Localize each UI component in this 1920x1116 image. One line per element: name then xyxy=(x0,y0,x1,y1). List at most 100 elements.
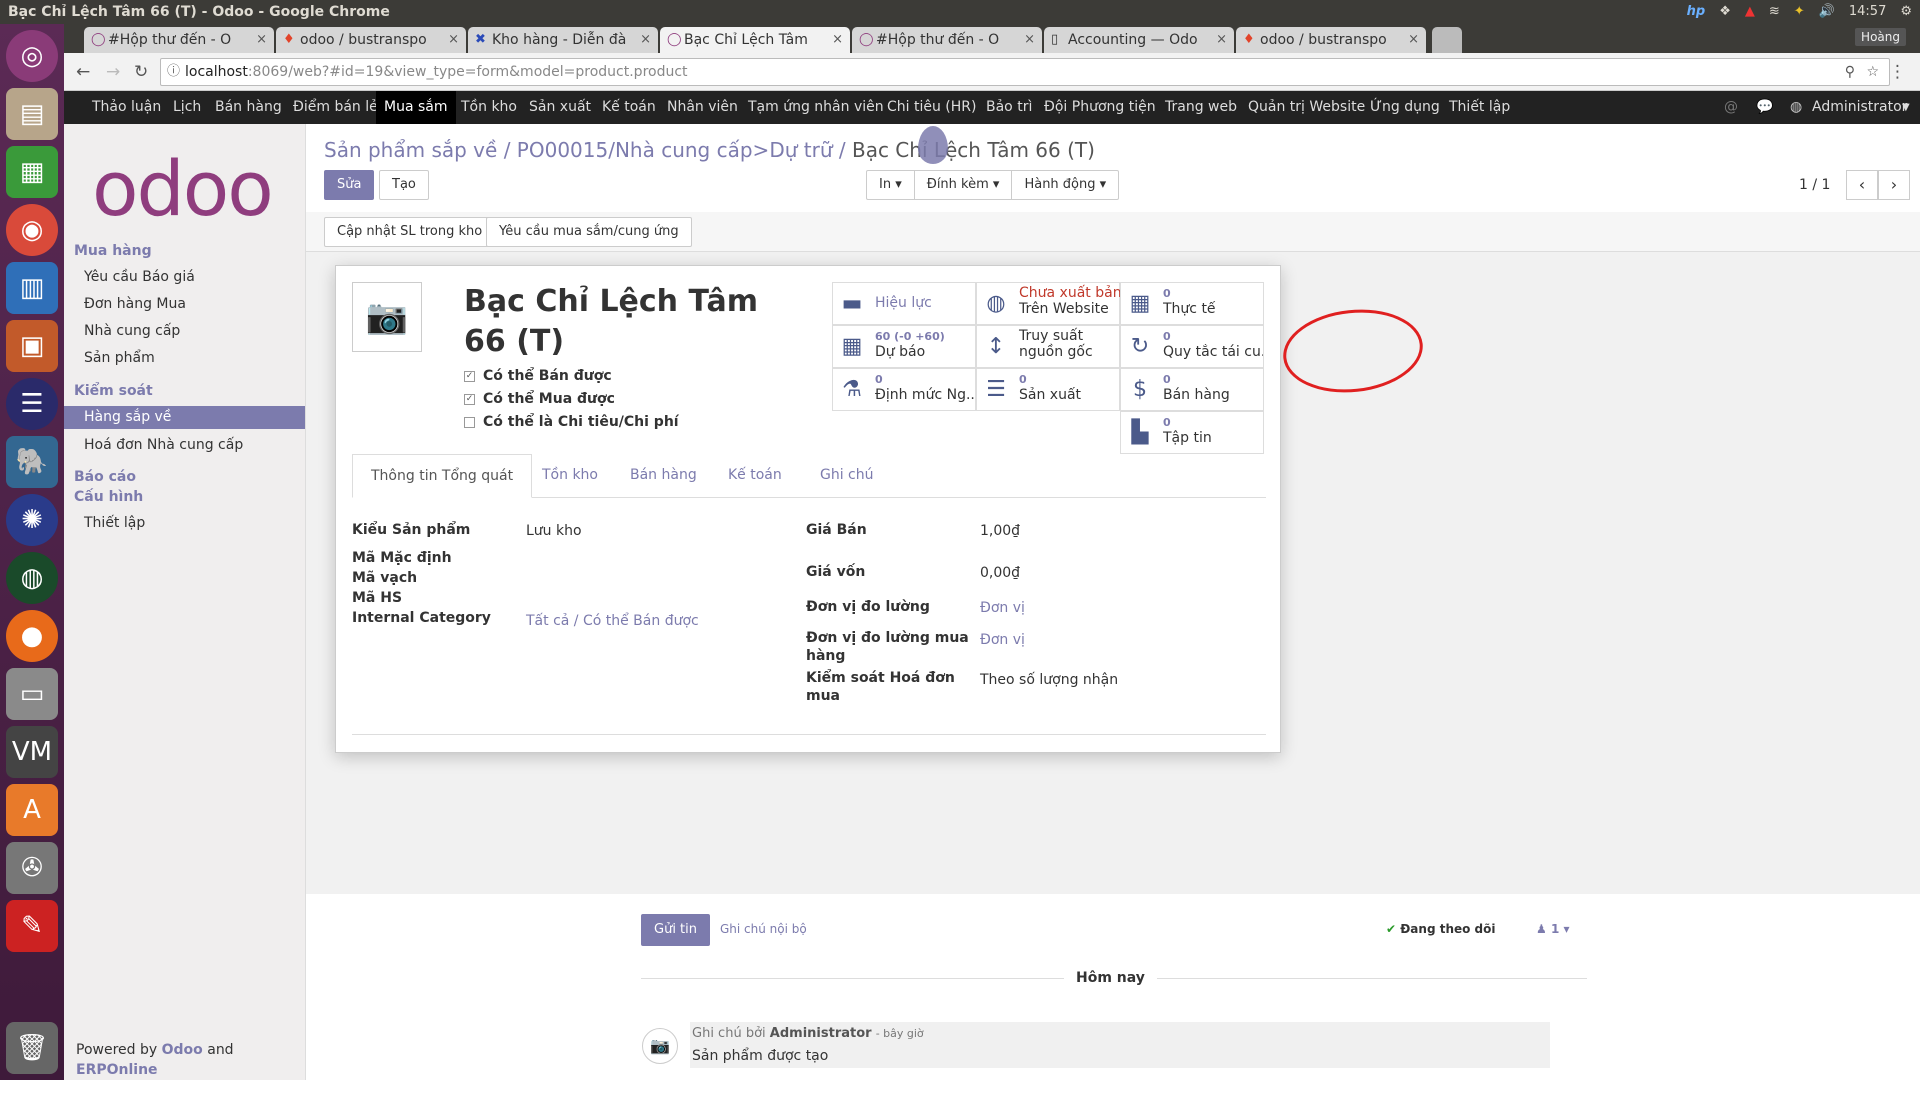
star-icon[interactable]: ☆ xyxy=(1866,59,1879,85)
volume-icon[interactable]: 🔊 xyxy=(1819,0,1835,24)
send-message-button[interactable]: Gửi tin xyxy=(641,914,711,946)
field-cost[interactable]: 0,00₫ xyxy=(980,565,1020,581)
menu-tam-ung[interactable]: Tạm ứng nhân viên xyxy=(748,91,884,124)
files-icon[interactable]: ▤ xyxy=(6,88,58,140)
menu-quan-tri-website[interactable]: Quản trị Website xyxy=(1248,91,1365,124)
menu-thiet-lap[interactable]: Thiết lập xyxy=(1449,91,1510,124)
procurement-request-button[interactable]: Yêu cầu mua sắm/cung ứng xyxy=(486,217,692,247)
settings-icon[interactable]: ✇ xyxy=(6,842,58,894)
log-note-link[interactable]: Ghi chú nội bộ xyxy=(720,922,807,936)
close-icon[interactable]: × xyxy=(448,27,459,53)
menu-mua-sam[interactable]: Mua sắm xyxy=(376,91,456,124)
browser-tab[interactable]: ♦ odoo / bustranspo × xyxy=(1236,27,1426,53)
create-button[interactable]: Tạo xyxy=(379,170,429,200)
profile-name[interactable]: Hoàng xyxy=(1855,28,1906,46)
menu-trang-web[interactable]: Trang web xyxy=(1165,91,1237,124)
ubuntu-icon[interactable]: ◎ xyxy=(6,30,58,82)
menu-ke-toan[interactable]: Kế toán xyxy=(602,91,656,124)
tab-accounting[interactable]: Kế toán xyxy=(710,454,800,498)
browser-tab[interactable]: ♦ odoo / bustranspo × xyxy=(276,27,466,53)
hp-icon[interactable]: hp xyxy=(1687,0,1706,24)
software-center-icon[interactable]: A xyxy=(6,784,58,836)
eclipse-icon[interactable]: ☰ xyxy=(6,378,58,430)
checkbox-can-expense[interactable]: Có thể là Chi tiêu/Chi phí xyxy=(464,414,679,430)
browser-tab[interactable]: ▯ Accounting — Odo × xyxy=(1044,27,1234,53)
close-icon[interactable]: × xyxy=(1024,27,1035,53)
menu-diem-ban-le[interactable]: Điểm bán lẻ xyxy=(293,91,378,124)
sidebar-item-products[interactable]: Sản phẩm xyxy=(84,350,155,366)
gear-icon[interactable]: ⚙ xyxy=(1900,0,1912,24)
sidebar-item-purchase-orders[interactable]: Đơn hàng Mua xyxy=(84,296,186,312)
trash-icon[interactable]: 🗑 xyxy=(6,1022,58,1074)
forecast-button[interactable]: ▦ 60 (-0 +60) Dự báo xyxy=(832,325,976,368)
menu-lich[interactable]: Lịch xyxy=(173,91,201,124)
disk-icon[interactable]: ▭ xyxy=(6,668,58,720)
writer-icon[interactable]: ▥ xyxy=(6,262,58,314)
author-avatar[interactable]: 📷 xyxy=(642,1028,678,1064)
menu-nhan-vien[interactable]: Nhân viên xyxy=(667,91,738,124)
field-invoice-policy[interactable]: Theo số lượng nhận xyxy=(980,672,1118,688)
reload-icon[interactable]: ↻ xyxy=(134,62,148,82)
tab-inventory[interactable]: Tồn kho xyxy=(524,454,616,498)
bom-button[interactable]: ⚗ 0 Định mức Ng... xyxy=(832,368,976,411)
zoom-icon[interactable]: ⚲ xyxy=(1845,59,1855,85)
menu-ung-dung[interactable]: Ứng dụng xyxy=(1370,91,1440,124)
close-icon[interactable]: × xyxy=(832,27,843,53)
shutter-icon[interactable]: ✺ xyxy=(6,494,58,546)
unchecked-box[interactable] xyxy=(464,416,475,428)
close-icon[interactable]: × xyxy=(256,27,267,53)
back-icon[interactable]: ← xyxy=(76,62,90,82)
tab-general[interactable]: Thông tin Tổng quát xyxy=(352,454,533,498)
check-icon[interactable]: ✓ xyxy=(464,393,475,405)
on-hand-button[interactable]: ▦ 0 Thực tế xyxy=(1120,282,1264,325)
attachment-dropdown[interactable]: Đính kèm ▾ xyxy=(915,171,1013,199)
browser-tab[interactable]: ◯ #Hộp thư đến - O × xyxy=(84,27,274,53)
close-icon[interactable]: × xyxy=(640,27,651,53)
clock[interactable]: 14:57 xyxy=(1849,0,1886,24)
wifi-icon[interactable]: ≋ xyxy=(1769,0,1780,24)
firefox-icon[interactable]: ● xyxy=(6,610,58,662)
tab-notes[interactable]: Ghi chú xyxy=(802,454,892,498)
new-tab-button[interactable] xyxy=(1432,27,1462,53)
menu-ton-kho[interactable]: Tồn kho xyxy=(461,91,517,124)
edit-button[interactable]: Sửa xyxy=(324,170,375,200)
chrome-icon[interactable]: ◉ xyxy=(6,204,58,256)
impress-icon[interactable]: ▣ xyxy=(6,320,58,372)
sidebar-item-incoming[interactable]: Hàng sắp về xyxy=(64,406,305,429)
forward-icon[interactable]: → xyxy=(106,62,120,82)
pager-next[interactable]: › xyxy=(1878,170,1910,200)
browser-tab[interactable]: ◯ #Hộp thư đến - O × xyxy=(852,27,1042,53)
browser-tab-active[interactable]: ◯ Bạc Chỉ Lệch Tâm × xyxy=(660,27,850,53)
reordering-rules-button[interactable]: ↻0Quy tắc tái cu... xyxy=(1120,325,1264,368)
product-image[interactable]: 📷 xyxy=(352,282,422,352)
print-dropdown[interactable]: In ▾ xyxy=(867,171,915,199)
pager-previous[interactable]: ‹ xyxy=(1846,170,1878,200)
menu-icon[interactable]: ⋮ xyxy=(1889,62,1906,82)
pager-value[interactable]: 1 / 1 xyxy=(1799,177,1830,193)
menu-san-xuat[interactable]: Sản xuất xyxy=(529,91,591,124)
pdf-icon[interactable]: ✎ xyxy=(6,900,58,952)
sidebar-item-rfq[interactable]: Yêu cầu Báo giá xyxy=(84,269,195,285)
breadcrumb-incoming[interactable]: Sản phẩm sắp về xyxy=(324,138,497,162)
browser-tab[interactable]: ✖ Kho hàng - Diễn đà × xyxy=(468,27,658,53)
update-qty-button[interactable]: Cập nhật SL trong kho xyxy=(324,217,496,247)
breadcrumb-po[interactable]: PO00015/Nhà cung cấp>Dự trữ xyxy=(517,138,833,162)
field-uom-po[interactable]: Đơn vị xyxy=(980,632,1025,648)
field-type[interactable]: Lưu kho xyxy=(526,523,582,539)
sidebar-item-vendor-bills[interactable]: Hoá đơn Nhà cung cấp xyxy=(84,437,243,453)
traceability-button[interactable]: ↕ Truy suất nguồn gốc xyxy=(976,325,1120,368)
sales-button[interactable]: $0 Bán hàng xyxy=(1120,368,1264,411)
action-dropdown[interactable]: Hành động ▾ xyxy=(1012,171,1118,199)
vm-icon[interactable]: VM xyxy=(6,726,58,778)
sidebar-heading-bao-cao[interactable]: Báo cáo xyxy=(74,469,136,485)
caret-down-icon[interactable]: ▼ xyxy=(1902,91,1910,124)
close-icon[interactable]: × xyxy=(1408,27,1419,53)
spreadsheet-icon[interactable]: ▦ xyxy=(6,146,58,198)
menu-thao-luan[interactable]: Thảo luận xyxy=(92,91,161,124)
tab-sales[interactable]: Bán hàng xyxy=(612,454,715,498)
field-uom[interactable]: Đơn vị xyxy=(980,600,1025,616)
sidebar-item-vendors[interactable]: Nhà cung cấp xyxy=(84,323,180,339)
menu-bao-tri[interactable]: Bảo trì xyxy=(986,91,1032,124)
sidebar-item-settings[interactable]: Thiết lập xyxy=(84,515,145,531)
close-icon[interactable]: × xyxy=(1216,27,1227,53)
